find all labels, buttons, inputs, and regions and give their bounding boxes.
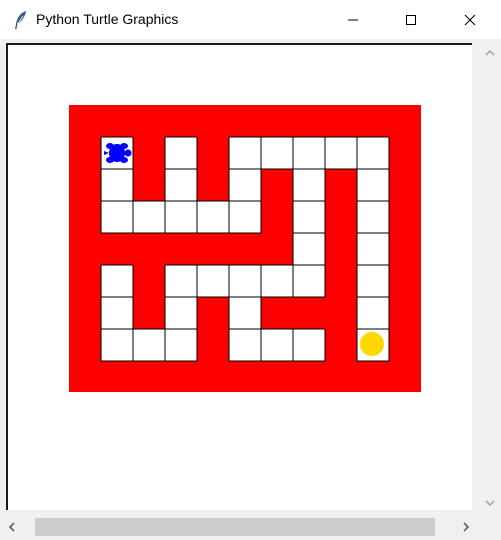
goal-dot [360,332,384,356]
maze-cell [164,264,198,298]
maximize-button[interactable] [388,0,434,39]
maze-cell [228,328,262,362]
maze-cell [100,296,134,330]
maze-cell [356,200,390,234]
maze-drawing [69,105,421,392]
maze-cell [228,168,262,202]
maze-cell [100,200,134,234]
maze-cell [356,168,390,202]
window-title: Python Turtle Graphics [36,11,179,27]
chevron-right-icon[interactable] [460,521,472,533]
maze-cell [196,264,230,298]
minimize-button[interactable] [330,0,376,39]
turtle-canvas[interactable] [6,43,472,510]
maze-cell [228,136,262,170]
maze-cell [164,200,198,234]
maze-cell [356,264,390,298]
minimize-icon [347,14,359,26]
maze-cell [260,264,294,298]
maze-cell [292,200,326,234]
maze-cell [260,136,294,170]
chevron-left-icon[interactable] [6,521,18,533]
horizontal-scroll-thumb[interactable] [35,518,435,536]
maze-cell [164,296,198,330]
maze-cell [100,328,134,362]
maze-cell [292,168,326,202]
maze-cell [292,264,326,298]
feather-icon [12,10,30,30]
maze-cell [292,328,326,362]
maze-cell [100,264,134,298]
maze-cell [164,168,198,202]
turtle-icon [104,143,132,163]
maze-cell [228,200,262,234]
maze-cell [292,136,326,170]
close-icon [464,14,476,26]
chevron-down-icon[interactable] [484,497,496,509]
chevron-up-icon[interactable] [484,47,496,59]
maze-cell [100,168,134,202]
maze-cell [228,264,262,298]
maze-cell [164,328,198,362]
maze-cell [356,232,390,266]
maze-cell [356,296,390,330]
vertical-scrollbar[interactable] [478,40,501,514]
maze-cell [356,136,390,170]
maze-cell [260,328,294,362]
maze-cell [164,136,198,170]
maze-cell [132,328,166,362]
title-bar: Python Turtle Graphics [0,0,501,39]
maze-cell [196,200,230,234]
close-button[interactable] [447,0,493,39]
maze-cell [292,232,326,266]
maze-cell [324,136,358,170]
maze-cell [132,200,166,234]
maze-cell [228,296,262,330]
maximize-icon [405,14,417,26]
